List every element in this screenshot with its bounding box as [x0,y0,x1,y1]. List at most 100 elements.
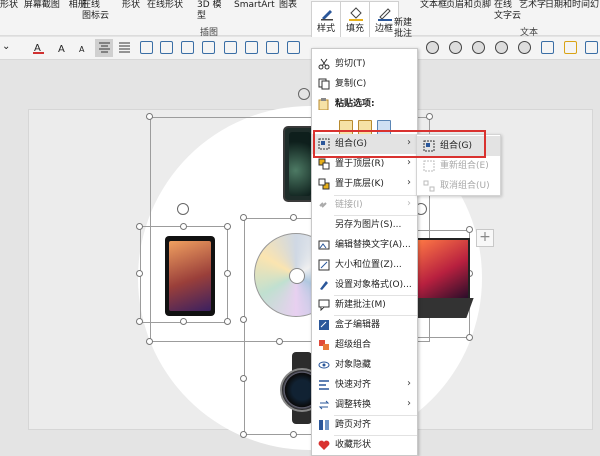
grow-font-icon[interactable]: A [57,41,70,54]
resize-handle[interactable] [240,431,247,438]
online-shapes-button[interactable]: 在线形状 [147,0,183,11]
rotate-handle-icon[interactable] [298,88,310,100]
size-position-icon [318,259,330,271]
datetime-button[interactable]: 日期和时间 [545,0,590,11]
resize-handle[interactable] [146,113,153,120]
resize-handle[interactable] [240,316,247,323]
send-back-icon [318,178,330,190]
resize-handle[interactable] [136,270,143,277]
menu-item-box-editor[interactable]: 盒子编辑器 [312,315,417,335]
style-button[interactable]: 样式 [311,1,341,39]
3d-model-button[interactable]: 3D 模 型 [197,0,222,22]
quick-style-icon[interactable] [564,41,577,54]
menu-item-copy[interactable]: 复制(C) [312,74,417,94]
menu-item-label: 跨页对齐 [335,420,372,430]
slide-number-button[interactable]: 幻 [590,0,599,11]
submenu-item-regroup[interactable]: 重新组合(E) [417,156,500,176]
resize-handle[interactable] [466,226,473,233]
shape-text-icon[interactable] [181,41,194,54]
menu-item-label: 剪切(T) [335,59,366,69]
menu-item-hide-object[interactable]: 对象隐藏 [312,355,417,375]
resize-handle[interactable] [180,223,187,230]
resize-handle[interactable] [276,338,283,345]
ribbon-label-screenshot[interactable]: 屏幕截图 [24,0,60,10]
shape-image-icon[interactable] [224,41,237,54]
ribbon-top-label-group: 形状 屏幕截图 相册 [0,0,87,11]
resize-handle[interactable] [466,334,473,341]
menu-item-quick-align[interactable]: 快速对齐 › [312,375,417,395]
resize-handle[interactable] [224,318,231,325]
align-justify-icon[interactable] [118,41,131,54]
highlight-annotation-box [313,130,486,158]
tablet-picture[interactable] [165,236,215,316]
wordart-button[interactable]: 艺术字 [519,0,546,11]
cross-page-align-icon [319,420,329,430]
box-editor-icon [319,320,329,330]
menu-item-link[interactable]: 链接(I) › [312,195,417,215]
shapes-button[interactable]: 形状 [122,0,140,11]
menu-item-save-as-picture[interactable]: 另存为图片(S)... [312,215,417,235]
smartart-button[interactable]: SmartArt [234,0,275,11]
menu-item-cut[interactable]: 剪切(T) [312,54,417,74]
scissors-icon [318,58,330,70]
more-tools-icon[interactable] [585,41,598,54]
resize-handle[interactable] [136,223,143,230]
merge-subtract-icon[interactable] [518,41,531,54]
shape-align-icon[interactable] [287,41,300,54]
resize-handle[interactable] [146,338,153,345]
resize-handle[interactable] [136,318,143,325]
text-cloud-button[interactable]: 在线 文字云 [494,0,521,22]
menu-item-super-group[interactable]: 超级组合 [312,335,417,355]
resize-handle[interactable] [290,431,297,438]
shape-rect-icon[interactable] [140,41,153,54]
chart-button[interactable]: 图表 [279,0,297,11]
menu-item-convert[interactable]: 调整转换 › [312,395,417,415]
menu-item-label: 置于底层(K) [335,179,384,189]
font-color-icon[interactable]: A [32,41,45,54]
menu-item-label: 快速对齐 [335,380,372,390]
shrink-font-icon[interactable]: A [77,41,90,54]
resize-handle[interactable] [290,214,297,221]
menu-item-edit-alt-text[interactable]: 编辑替换文字(A)... [312,235,417,255]
resize-handle[interactable] [224,270,231,277]
shape-table-icon[interactable] [202,41,215,54]
resize-handle[interactable] [426,113,433,120]
shape-crop-icon[interactable] [266,41,279,54]
merge-intersect-icon[interactable] [495,41,508,54]
shape-arrow-icon[interactable] [245,41,258,54]
submenu-arrow-icon: › [407,398,411,409]
resize-handle[interactable] [240,375,247,382]
merge-combine-icon[interactable] [449,41,462,54]
resize-handle[interactable] [224,223,231,230]
menu-item-label: 收藏形状 [335,440,372,450]
menu-item-cross-page-align[interactable]: 跨页对齐 [312,415,417,435]
submenu-item-ungroup[interactable]: 取消组合(U) [417,176,500,196]
ribbon-label-shapes[interactable]: 形状 [0,0,18,10]
fill-button[interactable]: 填充 [340,1,370,39]
resize-handle[interactable] [180,318,187,325]
menu-item-format-object[interactable]: 设置对象格式(O)... [312,275,417,295]
menu-item-new-comment[interactable]: 新建批注(M) [312,295,417,315]
header-footer-button[interactable]: 页眉和页脚 [446,0,491,11]
menu-item-favorite-shape[interactable]: 收藏形状 [312,435,417,455]
menu-item-label: 对象隐藏 [335,360,372,370]
rotate-handle-tablet-icon[interactable] [177,203,189,215]
arrange-icon[interactable] [541,41,554,54]
menu-item-label: 调整转换 [335,400,372,410]
menu-item-send-to-back[interactable]: 置于底层(K) › [312,174,417,194]
menu-item-size-position[interactable]: 大小和位置(Z)... [312,255,417,275]
text-cloud-label-2: 文字云 [494,11,522,21]
add-button[interactable]: + [476,229,494,247]
shape-frame-icon[interactable] [160,41,173,54]
favorite-shape-icon [318,440,330,450]
submenu-arrow-icon: › [407,198,411,209]
fill-button-label: 填充 [345,24,364,34]
merge-union-icon[interactable] [426,41,439,54]
menu-item-paste-options: 粘贴选项: [312,94,417,114]
font-size-dropdown[interactable]: ⌄ [2,41,10,52]
textbox-button[interactable]: 文本框 [420,0,447,11]
merge-fragment-icon[interactable] [472,41,485,54]
online-icons-button[interactable]: 在线 图标云 [82,0,109,22]
resize-handle[interactable] [240,214,247,221]
menu-item-label: 编辑替换文字(A)... [335,240,411,250]
